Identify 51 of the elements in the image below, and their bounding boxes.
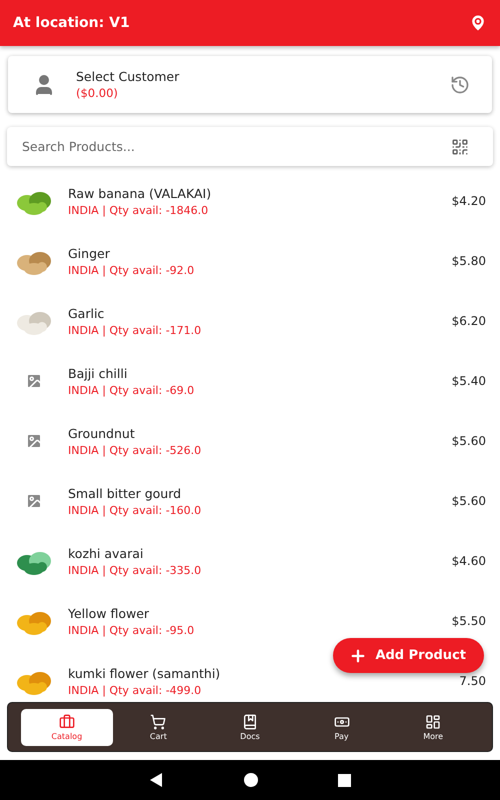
product-price: $5.80 <box>452 254 486 268</box>
product-price: $6.20 <box>452 314 486 328</box>
nav-tab[interactable]: Cart <box>112 708 204 746</box>
product-name: Yellow flower <box>68 606 150 620</box>
product-name: Bajji chilli <box>68 366 128 380</box>
plus-icon <box>349 646 368 664</box>
product-detail: INDIA | Qty avail: -95.0 <box>68 624 196 636</box>
briefcase-icon <box>58 714 75 730</box>
back-icon[interactable] <box>150 773 164 787</box>
nav-tab[interactable]: Docs <box>204 708 296 746</box>
book-icon <box>242 714 258 730</box>
image-placeholder-icon <box>25 492 43 510</box>
dashboard-icon <box>425 714 442 730</box>
product-detail: INDIA | Qty avail: -160.0 <box>68 504 202 516</box>
recents-icon[interactable] <box>338 774 350 786</box>
product-name: Raw banana (VALAKAI) <box>68 186 212 200</box>
product-detail: INDIA | Qty avail: -526.0 <box>68 444 202 456</box>
product-name: Small bitter gourd <box>68 486 182 500</box>
product-name: kozhi avarai <box>68 546 144 560</box>
product-price: 7.50 <box>459 674 486 688</box>
product-name: Ginger <box>68 246 111 260</box>
cart-icon <box>150 714 166 730</box>
product-name: kumki flower (samanthi) <box>68 666 222 680</box>
nav-tab[interactable]: Catalog <box>21 708 113 746</box>
product-price: $5.50 <box>452 614 486 628</box>
customer-name: Select Customer <box>76 69 180 84</box>
nav-tab[interactable]: Pay <box>296 708 388 746</box>
image-placeholder-icon <box>25 372 43 390</box>
customer-balance: ($0.00) <box>76 86 119 100</box>
qr-code-icon[interactable] <box>451 138 469 156</box>
product-price: $5.40 <box>452 374 486 388</box>
nav-tab[interactable]: More <box>387 708 479 746</box>
image-placeholder-icon <box>25 432 43 450</box>
product-detail: INDIA | Qty avail: -335.0 <box>68 564 202 576</box>
product-name: Groundnut <box>68 426 136 440</box>
location-title: At location: V1 <box>13 15 130 31</box>
product-detail: INDIA | Qty avail: -92.0 <box>68 264 196 276</box>
add-product-button[interactable]: Add Product <box>333 638 484 673</box>
home-icon[interactable] <box>244 773 258 787</box>
product-detail: INDIA | Qty avail: -499.0 <box>68 684 202 696</box>
product-price: $5.60 <box>452 494 486 508</box>
customer-card[interactable]: Select Customer ($0.00) <box>8 56 492 113</box>
product-detail: INDIA | Qty avail: -1846.0 <box>68 204 210 216</box>
history-icon[interactable] <box>450 74 470 94</box>
product-price: $4.60 <box>452 554 486 568</box>
product-price: $4.20 <box>452 194 486 208</box>
product-name: Garlic <box>68 306 106 320</box>
product-detail: INDIA | Qty avail: -69.0 <box>68 384 196 396</box>
product-detail: INDIA | Qty avail: -171.0 <box>68 324 202 336</box>
product-price: $5.60 <box>452 434 486 448</box>
search-field[interactable]: Search Products... <box>20 138 451 155</box>
